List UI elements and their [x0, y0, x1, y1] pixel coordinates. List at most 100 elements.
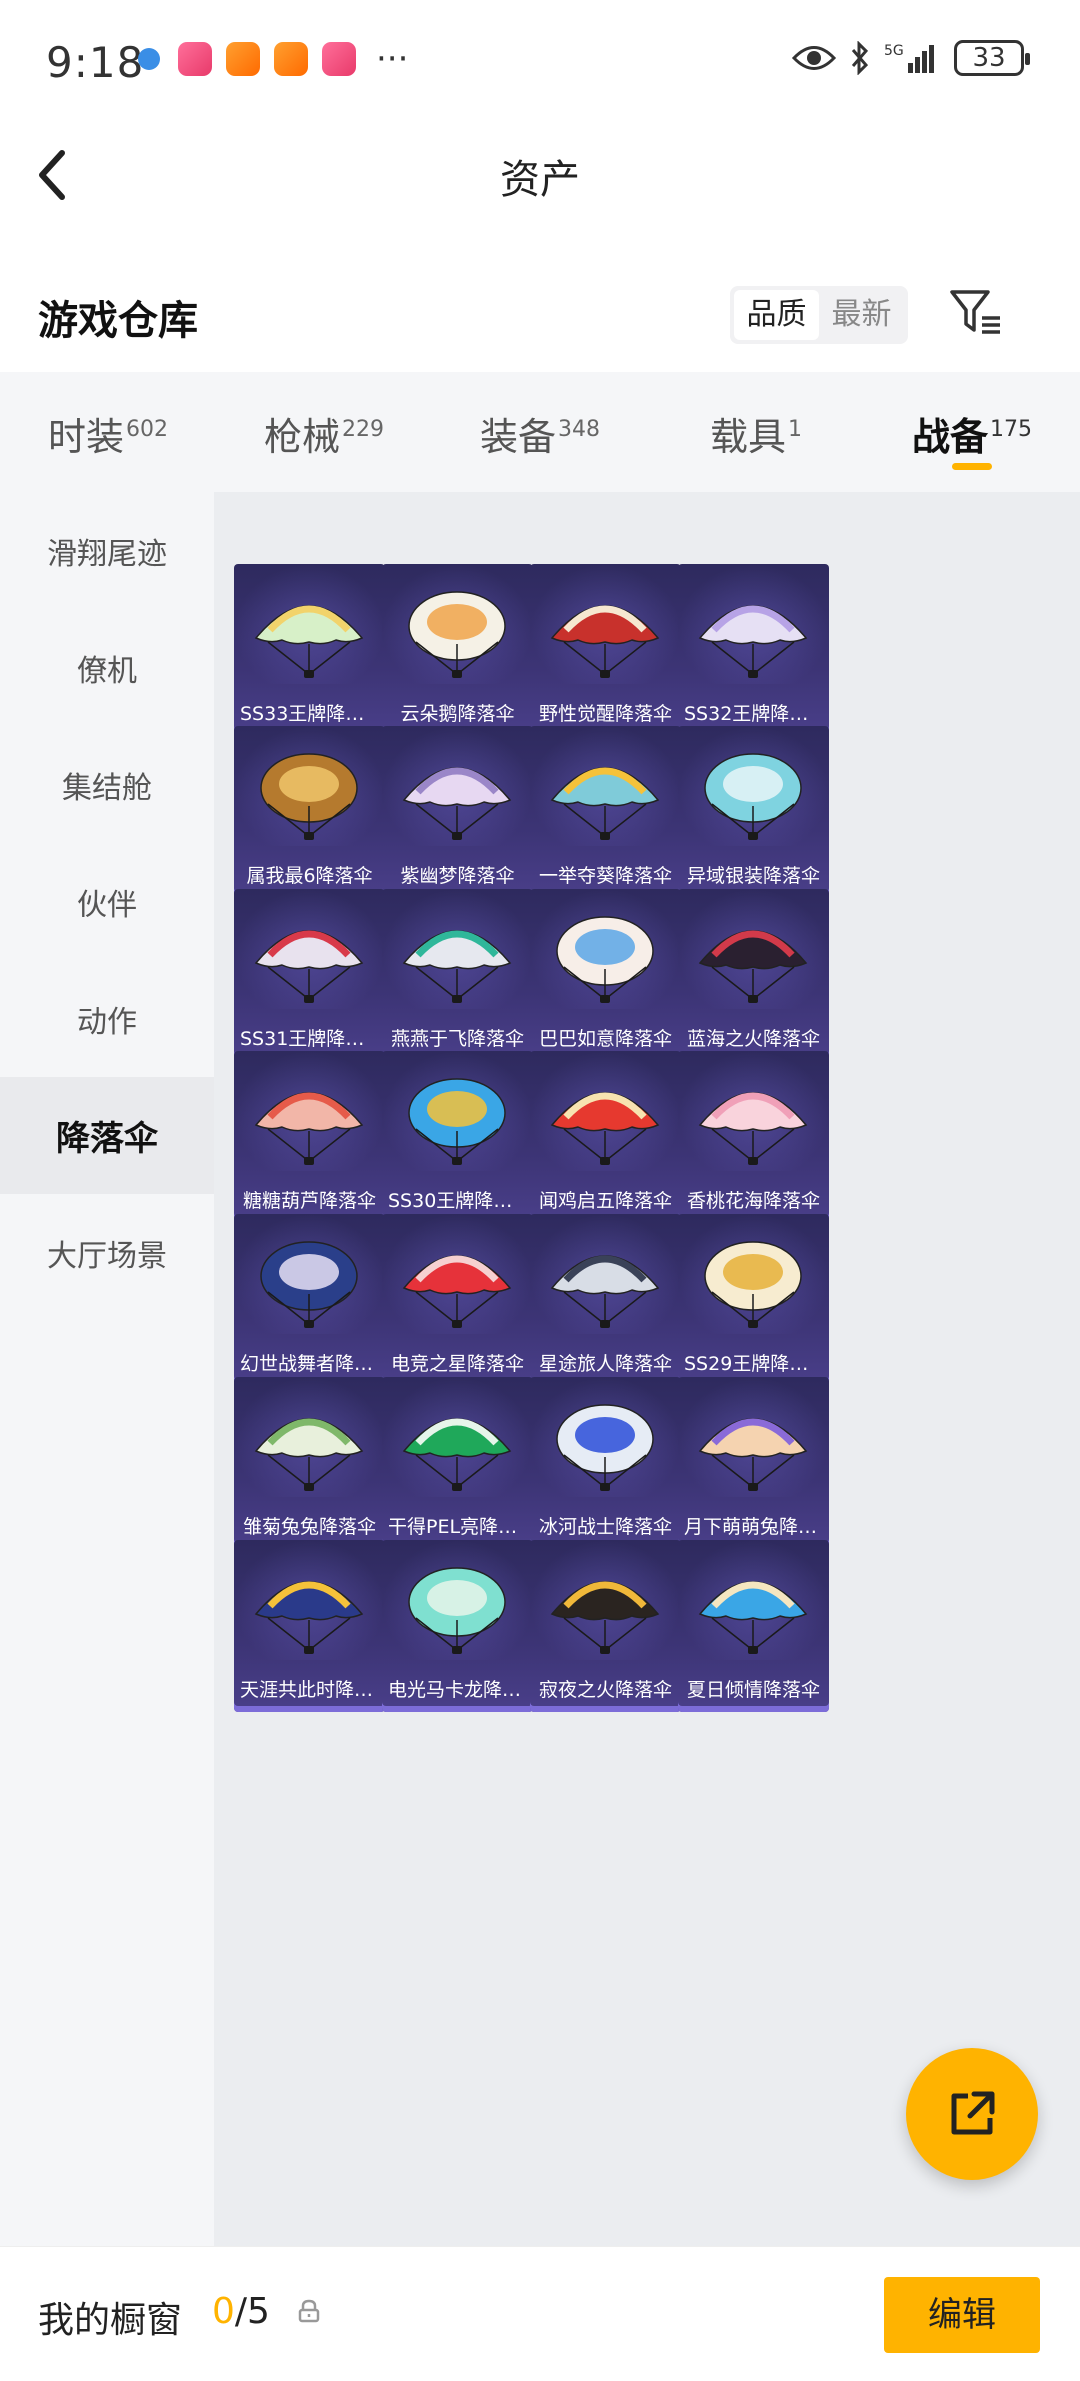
- parachute-card[interactable]: 香桃花海降落伞: [678, 1051, 829, 1223]
- parachute-name: 夏日倾情降落伞: [686, 1679, 820, 1701]
- parachute-icon: [698, 930, 808, 1003]
- parachute-card[interactable]: 属我最6降落伞: [234, 726, 385, 898]
- side-item-wingman[interactable]: 僚机: [0, 609, 214, 726]
- parachute-card[interactable]: 糖糖葫芦降落伞: [234, 1051, 385, 1223]
- tab-equipment[interactable]: 装备348: [432, 372, 648, 492]
- side-item-emote[interactable]: 动作: [0, 960, 214, 1077]
- parachute-card[interactable]: SS31王牌降落伞: [234, 889, 385, 1061]
- parachute-name: 属我最6降落伞: [246, 865, 373, 887]
- parachute-name: 巴巴如意降落伞: [538, 1028, 672, 1050]
- parachute-name: 干得PEL亮降落伞: [388, 1516, 527, 1538]
- parachute-card[interactable]: 闻鸡启五降落伞: [530, 1051, 681, 1223]
- parachute-card[interactable]: 电光马卡龙降落伞: [382, 1540, 533, 1712]
- lock-icon: [298, 2299, 320, 2323]
- share-button[interactable]: [906, 2048, 1038, 2180]
- parachute-icon: [556, 916, 654, 1003]
- parachute-card[interactable]: 幻世战舞者降落伞: [234, 1214, 385, 1386]
- parachute-name: 紫幽梦降落伞: [400, 865, 515, 887]
- parachute-card[interactable]: 雏菊兔兔降落伞: [234, 1377, 385, 1549]
- side-item-glide-trail[interactable]: 滑翔尾迹: [0, 492, 214, 609]
- sort-newest-option[interactable]: 最新: [819, 290, 904, 340]
- parachute-name: 电竞之星降落伞: [390, 1353, 524, 1375]
- parachute-card[interactable]: 巴巴如意降落伞: [530, 889, 681, 1061]
- parachute-card[interactable]: 异域银装降落伞: [678, 726, 829, 898]
- share-external-icon: [951, 2091, 995, 2135]
- parachute-icon: [556, 1404, 654, 1491]
- parachute-card[interactable]: 蓝海之火降落伞: [678, 889, 829, 1061]
- parachute-card[interactable]: SS33王牌降落伞: [234, 564, 385, 736]
- parachute-card[interactable]: 冰河战士降落伞: [530, 1377, 681, 1549]
- side-item-parachute[interactable]: 降落伞: [0, 1077, 214, 1194]
- parachute-icon: [550, 1092, 660, 1165]
- showcase-count: 0/5: [212, 2291, 270, 2332]
- section-title: 游戏仓库: [38, 298, 198, 344]
- filter-button[interactable]: [948, 284, 1004, 340]
- parachute-card[interactable]: 夏日倾情降落伞: [678, 1540, 829, 1712]
- parachute-name: 一举夺葵降落伞: [538, 865, 672, 887]
- parachute-card[interactable]: SS32王牌降落伞: [678, 564, 829, 736]
- app-notification-icon: [226, 42, 260, 76]
- parachute-icon: [704, 1241, 802, 1328]
- parachute-icon: [402, 930, 512, 1003]
- parachute-card[interactable]: 燕燕于飞降落伞: [382, 889, 533, 1061]
- parachute-icon: [704, 753, 802, 840]
- parachute-icon: [408, 1567, 506, 1654]
- parachute-name: 冰河战士降落伞: [538, 1516, 672, 1538]
- side-item-companion[interactable]: 伙伴: [0, 843, 214, 960]
- active-tab-indicator: [952, 463, 992, 470]
- parachute-icon: [408, 591, 506, 678]
- parachute-card[interactable]: 月下萌萌兔降落伞: [678, 1377, 829, 1549]
- tab-battle-gear[interactable]: 战备175: [864, 372, 1080, 492]
- parachute-name: 香桃花海降落伞: [686, 1190, 820, 1212]
- parachute-icon: [402, 1418, 512, 1491]
- side-item-lobby-scene[interactable]: 大厅场景: [0, 1194, 214, 1311]
- status-bar: 9:18 ··· 5G 33: [0, 0, 1080, 125]
- parachute-name: SS32王牌降落伞: [684, 703, 823, 725]
- tab-count: 1: [788, 417, 802, 443]
- parachute-name: 野性觉醒降落伞: [538, 703, 672, 725]
- parachute-card[interactable]: 云朵鹅降落伞: [382, 564, 533, 736]
- status-indicators: 5G 33: [792, 40, 1030, 76]
- tab-vehicles[interactable]: 载具1: [648, 372, 864, 492]
- parachute-icon: [260, 753, 358, 840]
- side-nav: 滑翔尾迹 僚机 集结舱 伙伴 动作 降落伞 大厅场景: [0, 492, 214, 2246]
- tab-weapons[interactable]: 枪械229: [216, 372, 432, 492]
- parachute-icon: [550, 767, 660, 840]
- battery-indicator: 33: [954, 40, 1030, 76]
- parachute-card[interactable]: SS29王牌降落伞: [678, 1214, 829, 1386]
- more-notifications-icon: ···: [376, 39, 409, 79]
- parachute-icon: [254, 1581, 364, 1654]
- parachute-name: 蓝海之火降落伞: [686, 1028, 820, 1050]
- parachute-card[interactable]: 电竞之星降落伞: [382, 1214, 533, 1386]
- parachute-name: 糖糖葫芦降落伞: [242, 1190, 376, 1212]
- edit-button[interactable]: 编辑: [884, 2277, 1040, 2353]
- parachute-icon: [254, 605, 364, 678]
- parachute-icon: [254, 1092, 364, 1165]
- app-notification-icon: [322, 42, 356, 76]
- parachute-card[interactable]: 星途旅人降落伞: [530, 1214, 681, 1386]
- parachute-name: 天涯共此时降落伞: [240, 1679, 379, 1701]
- showcase-total: /5: [234, 2291, 270, 2332]
- sort-quality-option[interactable]: 品质: [734, 290, 819, 340]
- parachute-icon: [698, 1418, 808, 1491]
- parachute-icon: [550, 605, 660, 678]
- side-item-assembly-pod[interactable]: 集结舱: [0, 726, 214, 843]
- tab-label: 枪械: [263, 415, 340, 459]
- item-grid: SS33王牌降落伞 云朵鹅降落伞 野性觉醒降落伞 SS32王牌降落伞 属我最6降…: [214, 492, 1080, 2246]
- parachute-card[interactable]: SS30王牌降落伞: [382, 1051, 533, 1223]
- parachute-icon: [698, 605, 808, 678]
- parachute-card[interactable]: 野性觉醒降落伞: [530, 564, 681, 736]
- eye-icon: [792, 46, 836, 70]
- parachute-card[interactable]: 寂夜之火降落伞: [530, 1540, 681, 1712]
- parachute-name: 月下萌萌兔降落伞: [684, 1516, 823, 1538]
- status-app-icons: ···: [138, 42, 408, 76]
- parachute-card[interactable]: 天涯共此时降落伞: [234, 1540, 385, 1712]
- parachute-card[interactable]: 干得PEL亮降落伞: [382, 1377, 533, 1549]
- svg-text:5G: 5G: [884, 43, 904, 59]
- browser-app-icon: [138, 48, 160, 70]
- parachute-name: SS33王牌降落伞: [240, 703, 379, 725]
- parachute-card[interactable]: 一举夺葵降落伞: [530, 726, 681, 898]
- parachute-icon: [698, 1581, 808, 1654]
- parachute-card[interactable]: 紫幽梦降落伞: [382, 726, 533, 898]
- tab-fashion[interactable]: 时装602: [0, 372, 216, 492]
